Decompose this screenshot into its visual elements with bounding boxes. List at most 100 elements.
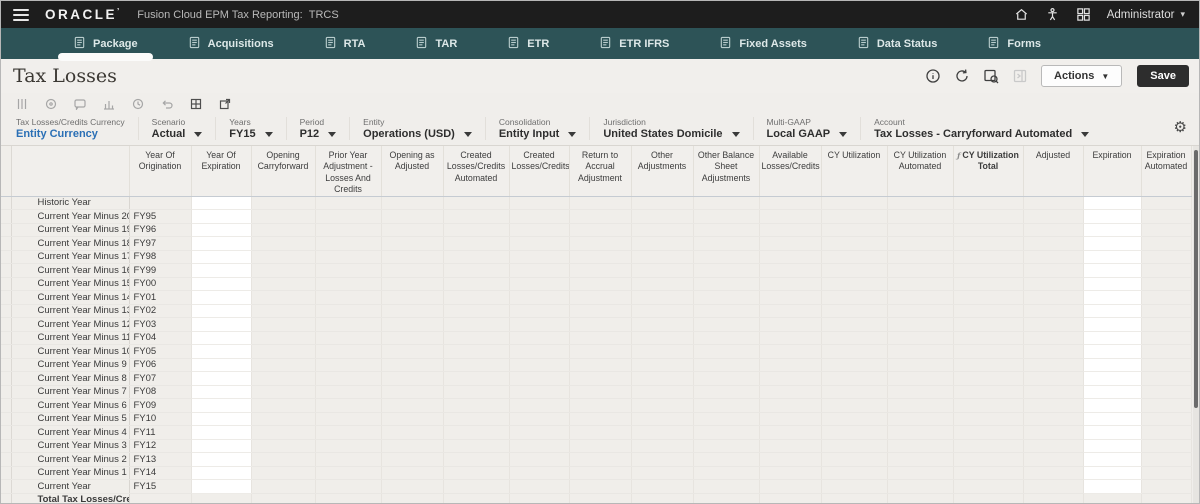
grid-cell[interactable] [821, 304, 888, 319]
grid-cell[interactable] [821, 439, 888, 454]
grid-cell[interactable] [569, 223, 632, 238]
grid-cell[interactable] [759, 452, 822, 467]
grid-cell[interactable]: FY05 [129, 344, 192, 359]
grid-cell[interactable] [759, 304, 822, 319]
dropdown-arrow-icon[interactable] [194, 131, 203, 137]
grid-cell[interactable] [381, 398, 444, 413]
grid-cell[interactable] [1023, 277, 1084, 292]
grid-cell[interactable] [443, 209, 510, 224]
grid-cell[interactable] [315, 304, 382, 319]
grid-cell[interactable] [315, 223, 382, 238]
grid-cell[interactable] [191, 371, 252, 386]
grid-cell[interactable] [251, 290, 316, 305]
grid-cell[interactable] [509, 290, 570, 305]
grid-cell[interactable] [821, 371, 888, 386]
grid-cell[interactable] [631, 358, 694, 373]
grid-cell[interactable] [887, 290, 954, 305]
tab-rta[interactable]: RTA [324, 28, 365, 59]
grid-cell[interactable] [1141, 358, 1192, 373]
grid-cell[interactable] [251, 466, 316, 481]
grid-cell[interactable] [191, 223, 252, 238]
grid-cell[interactable] [1141, 236, 1192, 251]
grid-cell[interactable]: FY95 [129, 209, 192, 224]
grid-cell[interactable] [1023, 304, 1084, 319]
grid-cell[interactable] [315, 439, 382, 454]
grid-cell[interactable] [251, 317, 316, 332]
grid-cell[interactable] [953, 263, 1024, 278]
grid-cell[interactable] [887, 263, 954, 278]
tab-etr-ifrs[interactable]: ETR IFRS [599, 28, 669, 59]
grid-cell[interactable] [821, 290, 888, 305]
dropdown-arrow-icon[interactable] [731, 131, 740, 137]
grid-cell[interactable] [631, 263, 694, 278]
grid-cell[interactable] [693, 439, 760, 454]
grid-cell[interactable] [1083, 466, 1142, 481]
grid-cell[interactable] [191, 425, 252, 440]
grid-cell[interactable] [887, 493, 954, 503]
grid-cell[interactable] [953, 452, 1024, 467]
grid-cell[interactable] [821, 344, 888, 359]
grid-cell[interactable] [953, 466, 1024, 481]
grid-cell[interactable]: FY07 [129, 371, 192, 386]
grid-cell[interactable] [315, 317, 382, 332]
grid-cell[interactable] [631, 290, 694, 305]
grid-cell[interactable] [821, 317, 888, 332]
grid-cell[interactable] [1023, 196, 1084, 211]
pov-value[interactable]: Actual [152, 128, 186, 140]
grid-cell[interactable] [381, 317, 444, 332]
grid-cell[interactable] [381, 236, 444, 251]
grid-cell[interactable] [509, 452, 570, 467]
grid-cell[interactable] [569, 439, 632, 454]
grid-cell[interactable] [251, 250, 316, 265]
pov-value[interactable]: FY15 [229, 128, 255, 140]
grid-cell[interactable] [631, 493, 694, 503]
grid-cell[interactable] [1083, 493, 1142, 503]
grid-cell[interactable] [1083, 263, 1142, 278]
grid-cell[interactable] [315, 263, 382, 278]
grid-cell[interactable] [251, 412, 316, 427]
grid-cell[interactable] [509, 317, 570, 332]
grid-cell[interactable] [191, 358, 252, 373]
grid-cell[interactable] [1083, 344, 1142, 359]
grid-cell[interactable] [1141, 277, 1192, 292]
grid-cell[interactable] [693, 479, 760, 494]
grid-cell[interactable] [821, 277, 888, 292]
grid-cell[interactable] [693, 493, 760, 503]
grid-cell[interactable] [693, 425, 760, 440]
grid-cell[interactable] [631, 317, 694, 332]
grid-cell[interactable] [693, 263, 760, 278]
grid-cell[interactable] [953, 317, 1024, 332]
grid-cell[interactable] [509, 304, 570, 319]
grid-cell[interactable] [381, 331, 444, 346]
grid-cell[interactable] [953, 236, 1024, 251]
grid-cell[interactable] [693, 398, 760, 413]
grid-cell[interactable] [443, 304, 510, 319]
grid-cell[interactable] [1083, 209, 1142, 224]
grid-cell[interactable] [569, 479, 632, 494]
grid-cell[interactable] [759, 196, 822, 211]
grid-cell[interactable] [251, 223, 316, 238]
grid-cell[interactable] [887, 331, 954, 346]
grid-cell[interactable] [509, 344, 570, 359]
tab-acquisitions[interactable]: Acquisitions [188, 28, 274, 59]
grid-cell[interactable] [443, 452, 510, 467]
grid-cell[interactable]: FY01 [129, 290, 192, 305]
grid-cell[interactable] [1083, 196, 1142, 211]
grid-cell[interactable] [693, 385, 760, 400]
grid-cell[interactable] [1141, 412, 1192, 427]
grid-cell[interactable] [1083, 358, 1142, 373]
grid-cell[interactable] [887, 250, 954, 265]
grid-cell[interactable] [569, 466, 632, 481]
grid-cell[interactable] [759, 331, 822, 346]
open-window-icon[interactable] [219, 98, 231, 110]
grid-cell[interactable] [509, 358, 570, 373]
grid-cell[interactable] [381, 358, 444, 373]
grid-cell[interactable] [1023, 236, 1084, 251]
pov-jurisdiction[interactable]: Jurisdiction United States Domicile [589, 117, 752, 140]
grid-cell[interactable] [953, 277, 1024, 292]
grid-cell[interactable] [251, 277, 316, 292]
grid-cell[interactable] [191, 439, 252, 454]
grid-cell[interactable]: FY00 [129, 277, 192, 292]
grid-cell[interactable]: FY96 [129, 223, 192, 238]
grid-cell[interactable] [129, 196, 192, 211]
